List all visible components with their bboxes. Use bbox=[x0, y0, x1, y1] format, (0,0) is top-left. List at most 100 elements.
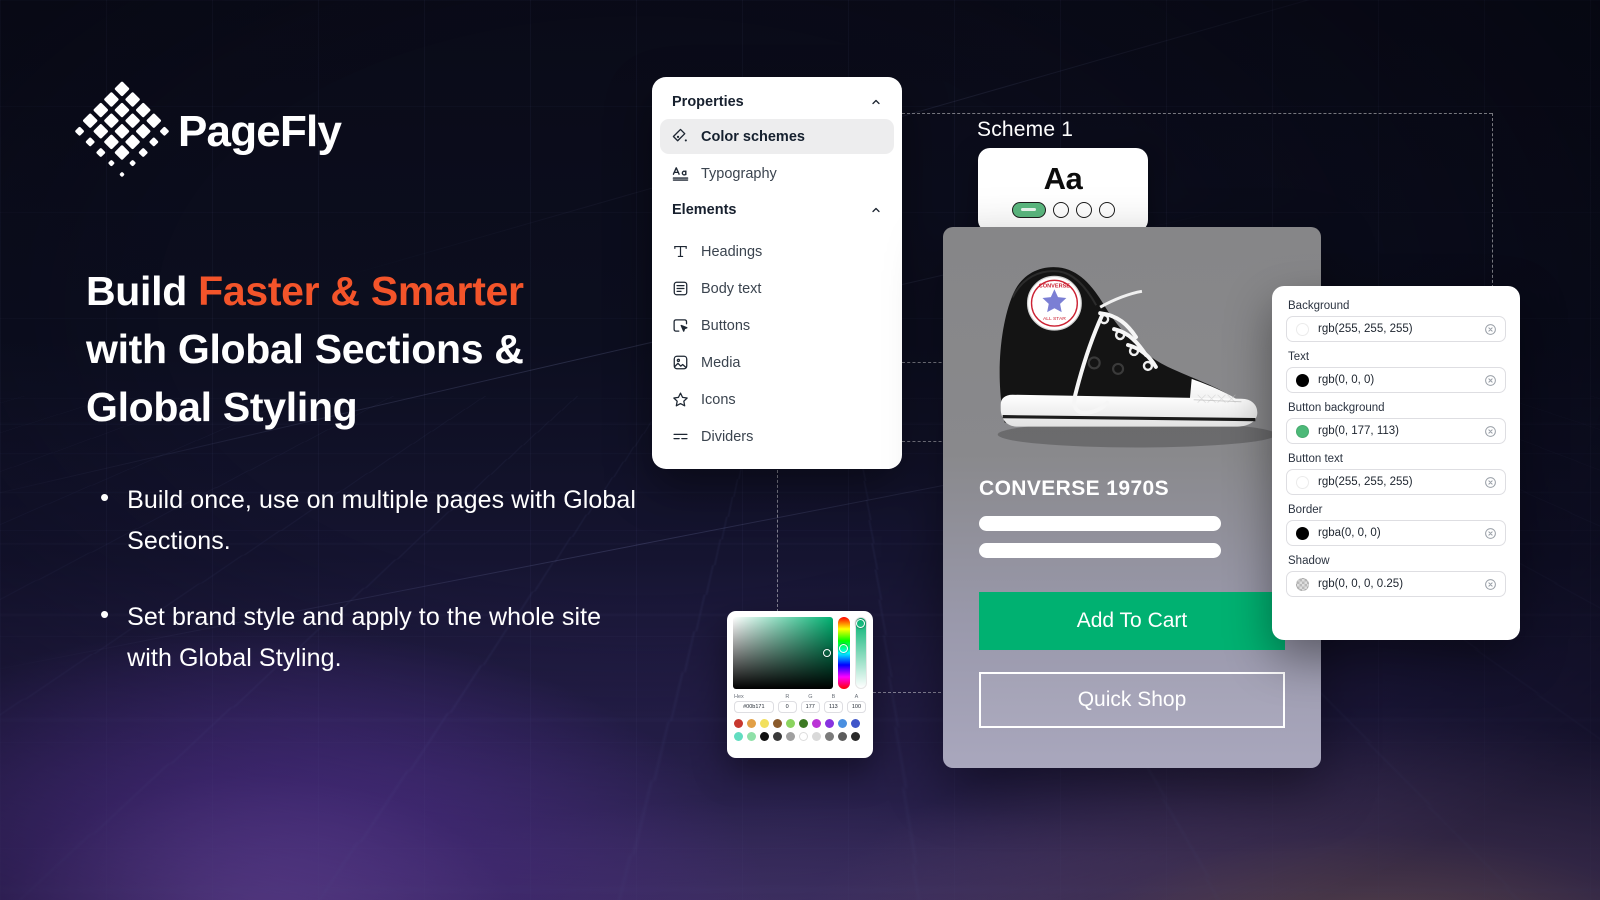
sidebar-item-dividers[interactable]: Dividers bbox=[660, 419, 894, 454]
alpha-handle[interactable] bbox=[856, 619, 865, 628]
preset-swatch[interactable] bbox=[812, 732, 821, 741]
preset-swatch[interactable] bbox=[786, 719, 795, 728]
bullet-dot-icon: • bbox=[100, 482, 110, 512]
sidebar-item-icons[interactable]: Icons bbox=[660, 382, 894, 417]
alpha-input[interactable]: 100 bbox=[846, 701, 866, 713]
list-item: • Build once, use on multiple pages with… bbox=[100, 480, 640, 561]
hex-input[interactable]: #00b171 bbox=[734, 701, 774, 713]
divider-lines-icon bbox=[673, 433, 688, 440]
button-cursor-icon bbox=[673, 319, 688, 332]
scheme-label: Scheme 1 bbox=[977, 118, 1074, 141]
preset-swatch[interactable] bbox=[825, 719, 834, 728]
preset-swatch[interactable] bbox=[812, 719, 821, 728]
preset-swatch[interactable] bbox=[825, 732, 834, 741]
preset-swatch[interactable] bbox=[799, 719, 808, 728]
preset-swatch[interactable] bbox=[851, 719, 860, 728]
clear-circle-x-icon[interactable] bbox=[1484, 476, 1497, 489]
sidebar-item-color-schemes[interactable]: Color schemes bbox=[660, 119, 894, 154]
color-picker-headers: Hex R G B A bbox=[733, 694, 867, 700]
color-picker-popover: Hex R G B A #00b171 0 177 113 100 bbox=[727, 611, 873, 758]
bullet-text: Build once, use on multiple pages with G… bbox=[127, 486, 637, 555]
color-swatch-dot[interactable] bbox=[1296, 424, 1309, 438]
hero-banner-stage: PageFly Build Faster & Smarter with Glob… bbox=[0, 0, 1600, 900]
blue-input[interactable]: 113 bbox=[823, 701, 843, 713]
properties-panel: Properties Color schemes Typography Elem… bbox=[652, 77, 902, 469]
alpha-slider[interactable] bbox=[855, 617, 867, 689]
elements-section-header[interactable]: Elements bbox=[652, 195, 902, 225]
color-field-row[interactable]: rgb(255, 255, 255) bbox=[1286, 316, 1506, 342]
scheme-swatch-active[interactable] bbox=[1011, 201, 1046, 218]
hue-slider[interactable] bbox=[838, 617, 850, 689]
sidebar-item-label: Dividers bbox=[701, 428, 754, 445]
color-field-row[interactable]: rgb(0, 0, 0) bbox=[1286, 367, 1506, 393]
scheme-swatch-option[interactable] bbox=[1075, 201, 1092, 218]
bullet-text: Set brand style and apply to the whole s… bbox=[127, 603, 602, 672]
scheme-swatch-option[interactable] bbox=[1052, 201, 1069, 218]
saturation-area[interactable] bbox=[733, 617, 833, 689]
color-field-row[interactable]: rgb(0, 177, 113) bbox=[1286, 418, 1506, 444]
product-title: CONVERSE 1970S bbox=[979, 477, 1170, 500]
preset-swatch[interactable] bbox=[734, 732, 743, 741]
preset-swatch[interactable] bbox=[786, 732, 795, 741]
color-swatch-dot[interactable] bbox=[1296, 577, 1309, 591]
sidebar-item-label: Buttons bbox=[701, 317, 751, 334]
preset-swatch[interactable] bbox=[747, 719, 756, 728]
preset-swatch-row bbox=[734, 732, 866, 741]
color-field-row[interactable]: rgb(0, 0, 0, 0.25) bbox=[1286, 571, 1506, 597]
preset-swatch[interactable] bbox=[734, 719, 743, 728]
color-picker-inputs: #00b171 0 177 113 100 bbox=[733, 701, 867, 713]
feature-bullet-list: • Build once, use on multiple pages with… bbox=[100, 480, 640, 714]
preset-swatch[interactable] bbox=[773, 719, 782, 728]
preset-swatch[interactable] bbox=[851, 732, 860, 741]
preset-swatch[interactable] bbox=[799, 732, 808, 741]
color-swatch-dot[interactable] bbox=[1296, 322, 1309, 336]
green-input[interactable]: 177 bbox=[800, 701, 820, 713]
hue-handle[interactable] bbox=[839, 644, 848, 653]
properties-section-header[interactable]: Properties bbox=[652, 87, 902, 117]
color-properties-panel: Background rgb(255, 255, 255) Text rgb(0, 0… bbox=[1272, 286, 1520, 640]
color-field-label: Button text bbox=[1288, 453, 1343, 465]
scheme-swatch-row bbox=[1011, 201, 1115, 218]
sidebar-item-label: Icons bbox=[701, 391, 736, 408]
color-value-text: rgb(0, 0, 0) bbox=[1318, 374, 1375, 386]
preset-swatch[interactable] bbox=[838, 719, 847, 728]
svg-text:CONVERSE: CONVERSE bbox=[1039, 283, 1071, 289]
add-to-cart-button[interactable]: Add To Cart bbox=[979, 592, 1285, 650]
color-picker-gradients bbox=[733, 617, 867, 689]
saturation-handle[interactable] bbox=[823, 649, 831, 657]
scheme-preview-card[interactable]: Aa bbox=[978, 148, 1148, 232]
r-header: R bbox=[785, 694, 790, 700]
color-field-row[interactable]: rgba(0, 0, 0) bbox=[1286, 520, 1506, 546]
sidebar-item-media[interactable]: Media bbox=[660, 345, 894, 380]
color-swatch-dot[interactable] bbox=[1296, 475, 1309, 489]
elements-section-title: Elements bbox=[672, 202, 737, 218]
clear-circle-x-icon[interactable] bbox=[1484, 527, 1497, 540]
heading-t-icon bbox=[674, 245, 687, 258]
sidebar-item-typography[interactable]: Typography bbox=[660, 156, 894, 191]
color-field-label: Button background bbox=[1288, 402, 1385, 414]
chevron-up-icon[interactable] bbox=[870, 96, 882, 108]
typography-aa-icon bbox=[672, 167, 689, 181]
sidebar-item-body-text[interactable]: Body text bbox=[660, 271, 894, 306]
quick-shop-button[interactable]: Quick Shop bbox=[979, 672, 1285, 728]
color-swatch-dot[interactable] bbox=[1296, 373, 1309, 387]
preset-swatch[interactable] bbox=[747, 732, 756, 741]
color-swatch-dot[interactable] bbox=[1296, 526, 1309, 540]
star-icon bbox=[673, 392, 688, 407]
preset-swatch[interactable] bbox=[760, 719, 769, 728]
sidebar-item-label: Typography bbox=[701, 165, 777, 182]
clear-circle-x-icon[interactable] bbox=[1484, 323, 1497, 336]
sidebar-item-headings[interactable]: Headings bbox=[660, 234, 894, 269]
svg-text:ALL STAR: ALL STAR bbox=[1043, 316, 1066, 322]
clear-circle-x-icon[interactable] bbox=[1484, 374, 1497, 387]
sidebar-item-buttons[interactable]: Buttons bbox=[660, 308, 894, 343]
chevron-up-icon[interactable] bbox=[870, 204, 882, 216]
color-field-row[interactable]: rgb(255, 255, 255) bbox=[1286, 469, 1506, 495]
red-input[interactable]: 0 bbox=[777, 701, 797, 713]
preset-swatch[interactable] bbox=[773, 732, 782, 741]
preset-swatch[interactable] bbox=[838, 732, 847, 741]
scheme-swatch-option[interactable] bbox=[1098, 201, 1115, 218]
clear-circle-x-icon[interactable] bbox=[1484, 578, 1497, 591]
clear-circle-x-icon[interactable] bbox=[1484, 425, 1497, 438]
preset-swatch[interactable] bbox=[760, 732, 769, 741]
